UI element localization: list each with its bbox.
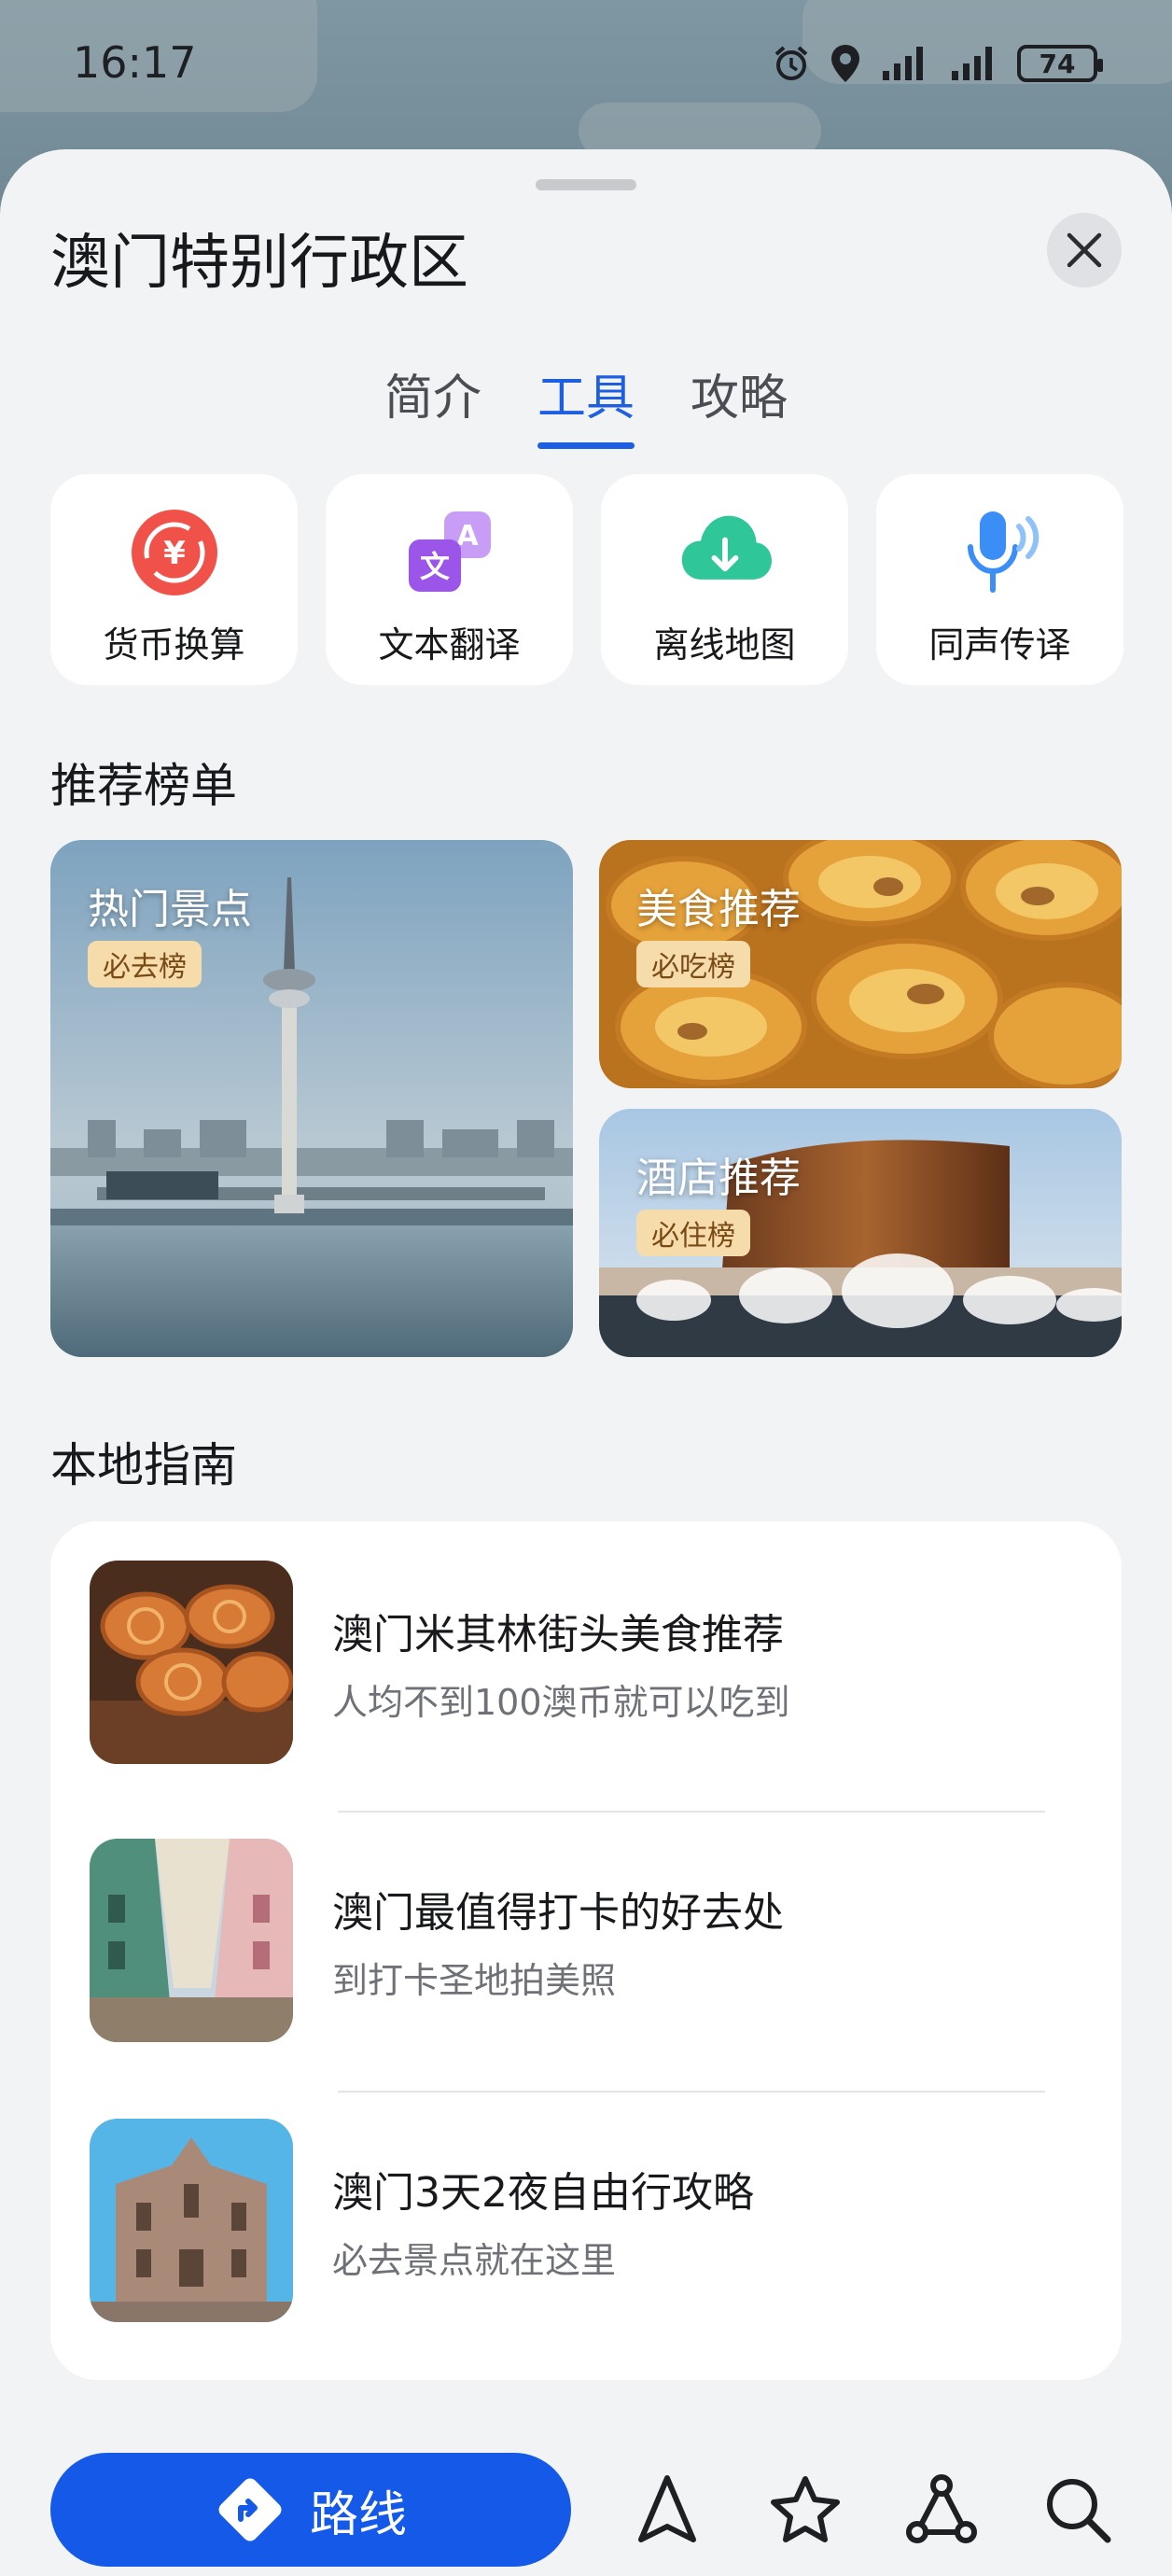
currency-exchange-icon: ¥: [128, 506, 221, 599]
tool-simultaneous-interpretation[interactable]: 同声传译: [876, 474, 1123, 685]
ranking-card-food[interactable]: 美食推荐 必吃榜: [599, 840, 1122, 1088]
tool-label: 离线地图: [653, 624, 796, 665]
tool-label: 货币换算: [103, 624, 245, 665]
guide-list: 澳门米其林街头美食推荐 人均不到100澳币就可以吃到 澳门最值得打卡的好去处 到…: [50, 1521, 1122, 2380]
tab-intro[interactable]: 简介: [384, 358, 481, 449]
ranking-card-attractions[interactable]: 热门景点 必去榜: [50, 840, 573, 1357]
battery-indicator: 74: [1017, 45, 1103, 82]
measure-distance-icon: [906, 2474, 977, 2543]
text-translate-icon: A文: [403, 506, 496, 599]
favorite-button[interactable]: [763, 2468, 847, 2552]
guide-thumbnail: [90, 2119, 293, 2322]
divider: [338, 1811, 1045, 1813]
svg-text:¥: ¥: [163, 535, 186, 572]
tab-guide[interactable]: 攻略: [691, 358, 788, 449]
guide-text: 澳门最值得打卡的好去处 到打卡圣地拍美照: [332, 1879, 784, 2003]
tab-bar: 简介 工具 攻略: [0, 358, 1172, 449]
route-label: 路线: [309, 2486, 407, 2543]
ranking-name: 热门景点: [88, 886, 252, 933]
tool-currency-exchange[interactable]: ¥ 货币换算: [50, 474, 298, 685]
tool-offline-map[interactable]: 离线地图: [601, 474, 848, 685]
divider: [338, 2091, 1045, 2093]
guide-text: 澳门米其林街头美食推荐 人均不到100澳币就可以吃到: [332, 1601, 790, 1725]
tool-label: 同声传译: [928, 624, 1071, 665]
ranking-badge: 必去榜: [88, 941, 202, 987]
bottom-bar: 路线: [0, 2427, 1172, 2576]
status-bar: 16:17 74: [0, 0, 1172, 131]
list-item[interactable]: 澳门最值得打卡的好去处 到打卡圣地拍美照: [90, 1839, 1082, 2042]
star-icon: [771, 2476, 840, 2542]
tools-grid: ¥ 货币换算 A文 文本翻译 离线地图 同声传译: [50, 474, 1123, 685]
tool-label: 文本翻译: [378, 624, 521, 665]
measure-button[interactable]: [900, 2468, 984, 2552]
guide-item-title: 澳门最值得打卡的好去处: [332, 1888, 784, 1937]
guide-item-title: 澳门米其林街头美食推荐: [332, 1610, 784, 1659]
tool-text-translate[interactable]: A文 文本翻译: [326, 474, 573, 685]
close-button[interactable]: [1047, 213, 1122, 287]
route-button[interactable]: 路线: [50, 2453, 571, 2567]
ranking-name: 美食推荐: [636, 886, 801, 933]
guide-text: 澳门3天2夜自由行攻略 必去景点就在这里: [332, 2159, 754, 2283]
ranking-name: 酒店推荐: [636, 1155, 801, 1202]
status-time: 16:17: [73, 37, 197, 88]
location-icon: [829, 43, 862, 84]
search-button[interactable]: [1036, 2468, 1120, 2552]
signal-icon-2: [948, 45, 1000, 82]
offline-map-icon: [678, 506, 772, 599]
guide-thumbnail: [90, 1839, 293, 2042]
navigate-button[interactable]: [625, 2468, 709, 2552]
signal-icon-1: [879, 45, 931, 82]
ranking-badge: 必住榜: [636, 1210, 750, 1256]
svg-text:文: 文: [419, 549, 449, 584]
rankings-title: 推荐榜单: [50, 759, 237, 813]
route-icon: [218, 2478, 282, 2541]
list-item[interactable]: 澳门3天2夜自由行攻略 必去景点就在这里: [90, 2119, 1082, 2322]
alarm-icon: [771, 43, 812, 84]
guide-thumbnail: [90, 1561, 293, 1764]
guide-item-subtitle: 必去景点就在这里: [332, 2239, 617, 2281]
sheet-drag-handle[interactable]: [536, 179, 636, 190]
status-icons: 74: [771, 43, 1103, 84]
guide-item-subtitle: 到打卡圣地拍美照: [332, 1959, 617, 2001]
ranking-badge: 必吃榜: [636, 941, 750, 987]
navigate-icon: [638, 2475, 696, 2542]
search-icon: [1047, 2479, 1111, 2543]
guide-item-subtitle: 人均不到100澳币就可以吃到: [332, 1681, 790, 1723]
close-icon: [1067, 232, 1102, 268]
guide-title: 本地指南: [50, 1438, 237, 1492]
guide-item-title: 澳门3天2夜自由行攻略: [332, 2168, 754, 2217]
simultaneous-interpretation-icon: [954, 506, 1047, 599]
place-title: 澳门特别行政区: [50, 229, 468, 298]
tab-tools[interactable]: 工具: [537, 358, 635, 449]
ranking-card-hotel[interactable]: 酒店推荐 必住榜: [599, 1109, 1122, 1357]
place-sheet: 澳门特别行政区 简介 工具 攻略 ¥ 货币换算 A文 文本翻译 离线地图 同声传…: [0, 149, 1172, 2576]
list-item[interactable]: 澳门米其林街头美食推荐 人均不到100澳币就可以吃到: [90, 1561, 1082, 1764]
